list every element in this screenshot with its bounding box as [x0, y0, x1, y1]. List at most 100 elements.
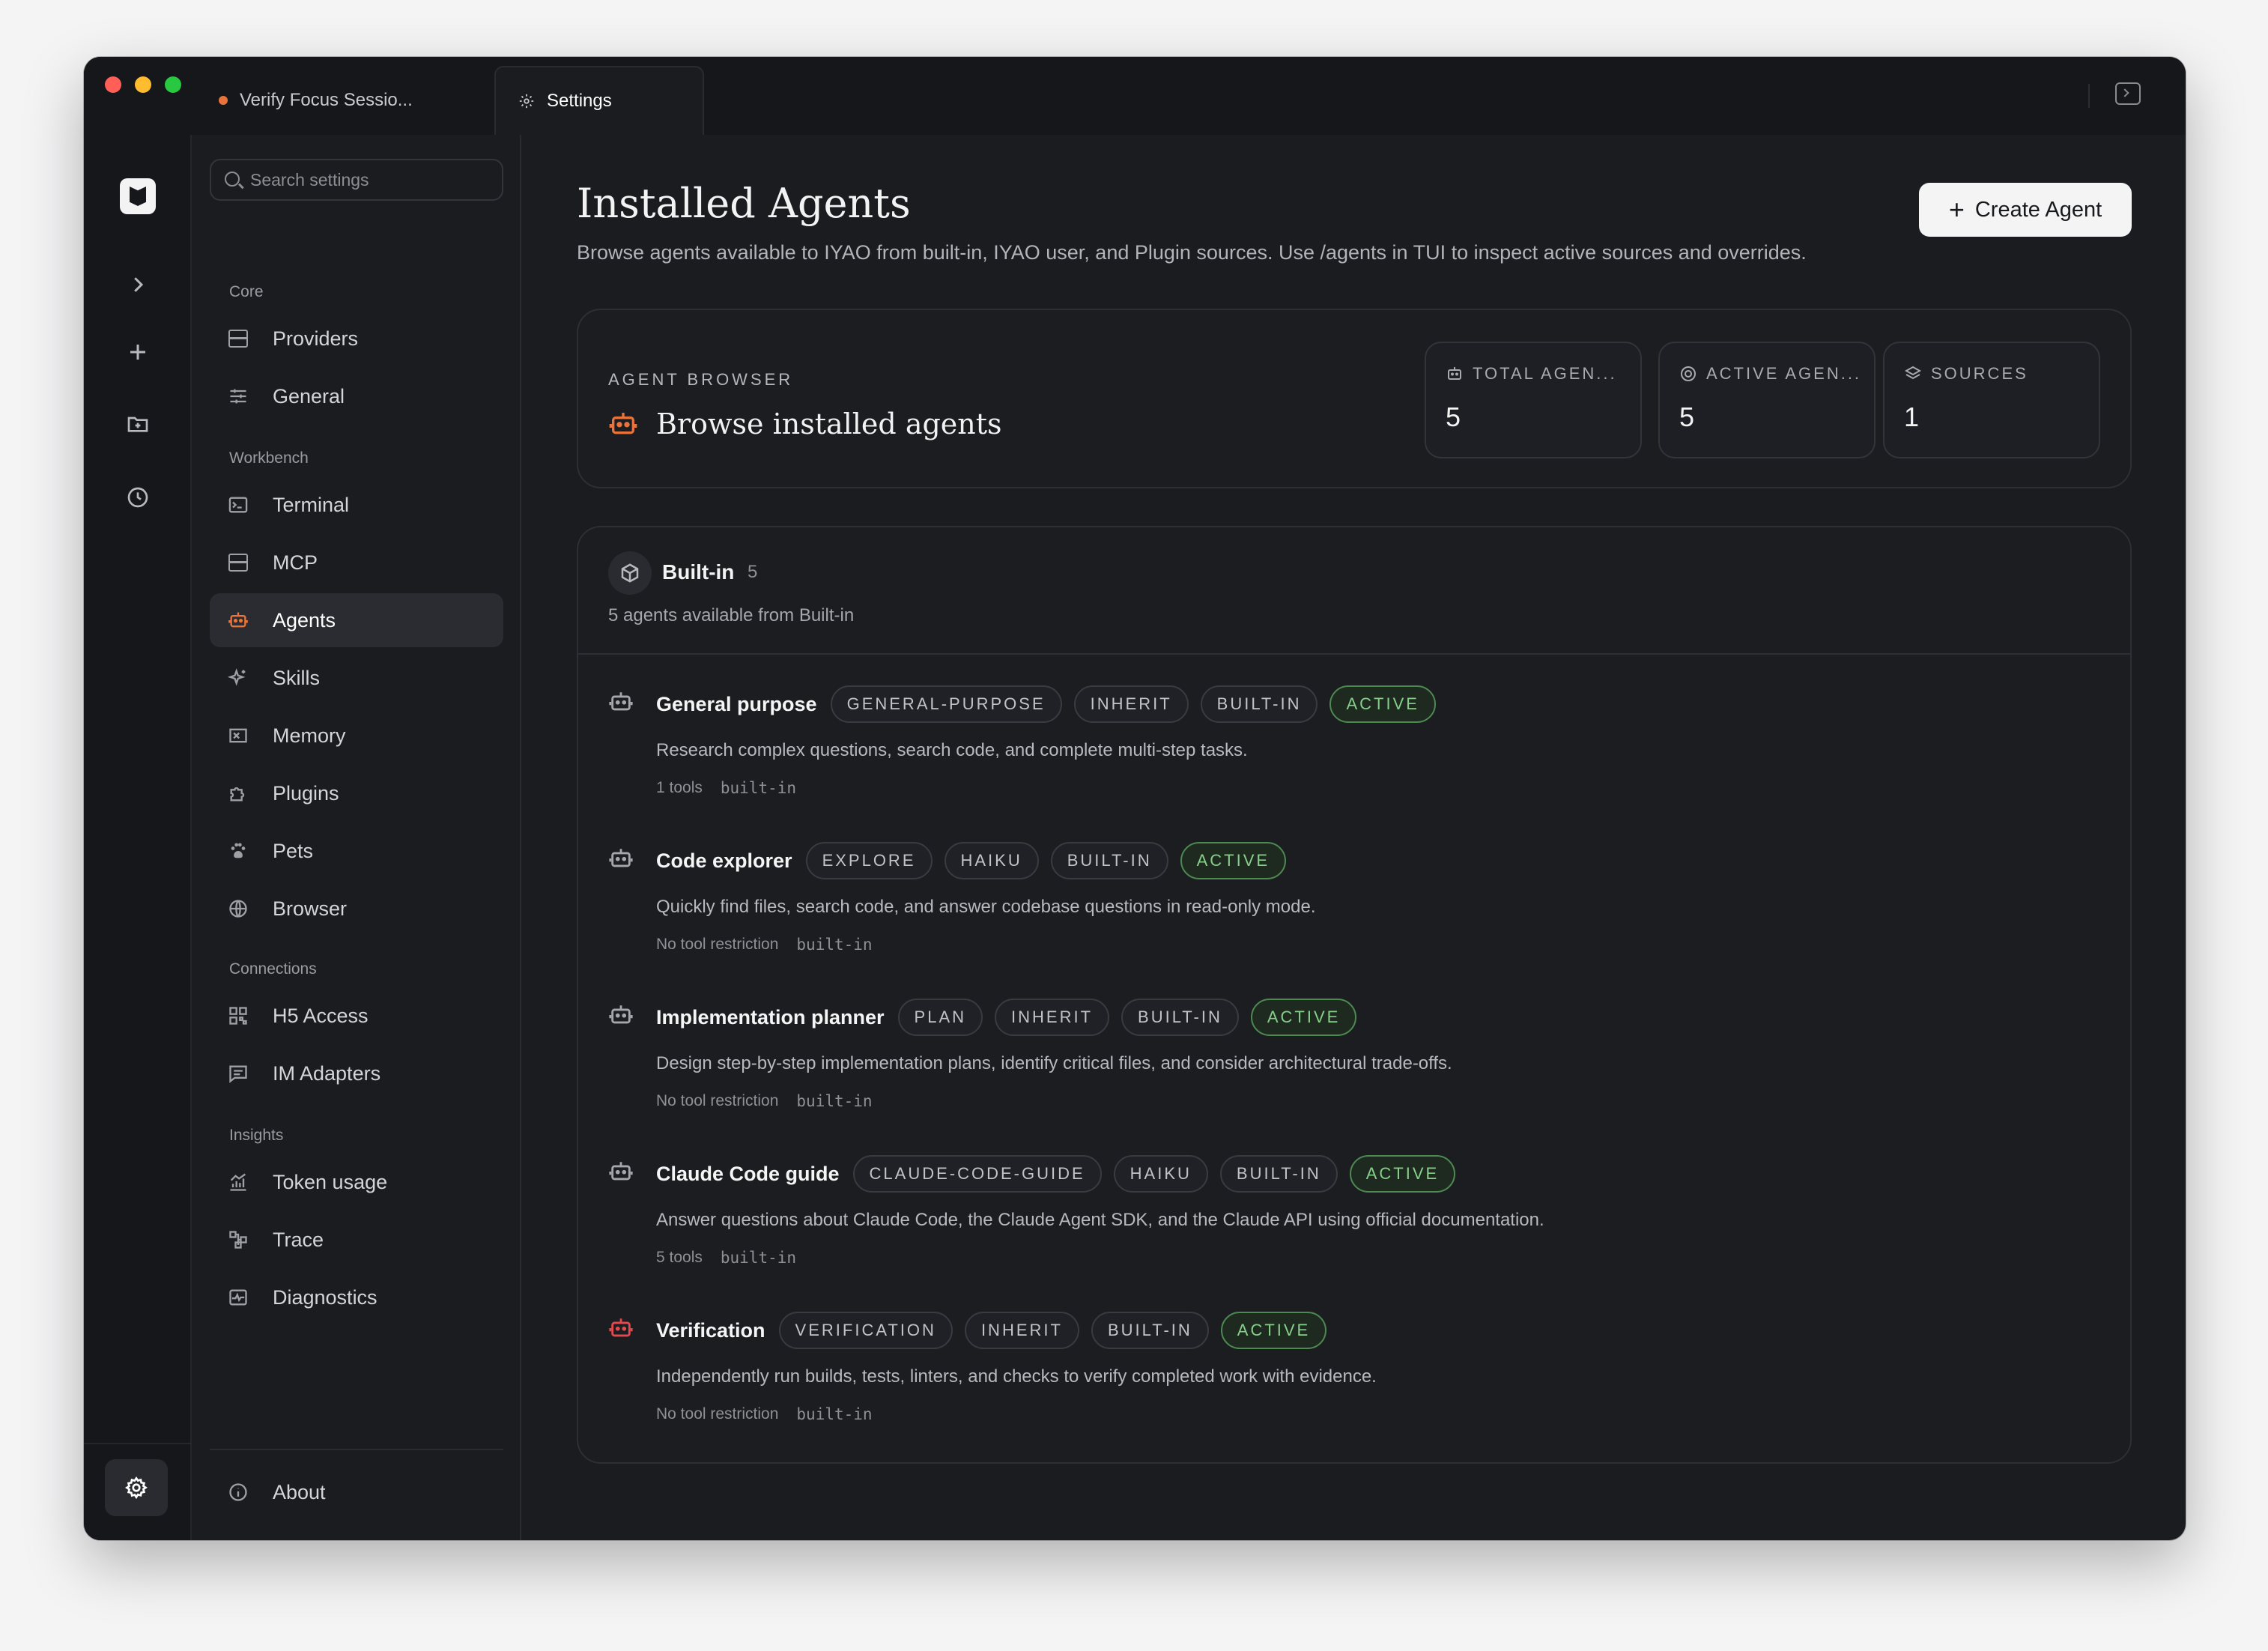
- stat-label-text: ACTIVE AGEN...: [1706, 364, 1862, 383]
- status-badge: ACTIVE: [1220, 1312, 1327, 1349]
- agent-meta: 5 tools built-in: [656, 1249, 796, 1267]
- builtin-agents-card: Built-in 5 5 agents available from Built…: [577, 526, 2132, 1464]
- search-placeholder: Search settings: [250, 169, 369, 190]
- agent-browser-title-text: Browse installed agents: [656, 408, 1002, 440]
- sidebar-item-label: Browser: [273, 897, 348, 920]
- sidebar-item-label: General: [273, 384, 345, 408]
- create-agent-button[interactable]: + Create Agent: [1919, 183, 2132, 237]
- sidebar-item-trace[interactable]: Trace: [210, 1213, 503, 1267]
- tab-verify-focus-session[interactable]: Verify Focus Sessio...: [196, 66, 475, 135]
- paw-icon: [228, 840, 249, 861]
- sidebar-item-about[interactable]: About: [210, 1465, 503, 1519]
- builtin-title: Built-in: [662, 560, 735, 584]
- agent-tag: INHERIT: [995, 999, 1110, 1036]
- sidebar-item-im-adapters[interactable]: IM Adapters: [210, 1046, 503, 1100]
- stat-label: SOURCES: [1904, 364, 2028, 384]
- robot-icon: [1448, 367, 1461, 380]
- sidebar-item-providers[interactable]: Providers: [210, 312, 503, 366]
- robot-icon: [609, 1005, 633, 1024]
- agent-meta: No tool restriction built-in: [656, 936, 873, 954]
- agent-row-verification[interactable]: Verification VERIFICATION INHERIT BUILT-…: [608, 1311, 2100, 1461]
- search-settings-input[interactable]: Search settings: [210, 159, 503, 201]
- sidebar-item-pets[interactable]: Pets: [210, 824, 503, 878]
- sidebar-item-agents[interactable]: Agents: [210, 593, 503, 647]
- stat-value: 1: [1904, 402, 1920, 432]
- sidebar-item-label: About: [273, 1480, 326, 1503]
- history-clock-icon[interactable]: [123, 482, 153, 512]
- agent-header: Implementation planner PLAN INHERIT BUIL…: [656, 998, 1357, 1037]
- status-badge: ACTIVE: [1329, 685, 1436, 723]
- terminal-toggle-icon[interactable]: [2115, 82, 2141, 105]
- group-label-core: Core: [229, 283, 264, 300]
- terminal-icon: [228, 494, 249, 515]
- sidebar-item-mcp[interactable]: MCP: [210, 536, 503, 590]
- sidebar-item-browser[interactable]: Browser: [210, 882, 503, 936]
- open-folder-icon[interactable]: [123, 409, 153, 439]
- sidebar-item-token-usage[interactable]: Token usage: [210, 1155, 503, 1209]
- layers-icon: [1904, 366, 1922, 380]
- sidebar-item-skills[interactable]: Skills: [210, 651, 503, 705]
- agent-header: General purpose GENERAL-PURPOSE INHERIT …: [656, 685, 1436, 724]
- title-bar: Verify Focus Sessio... Settings: [84, 57, 2186, 135]
- memory-icon: [228, 725, 249, 746]
- sidebar-item-label: Diagnostics: [273, 1285, 378, 1309]
- sidebar-divider: [210, 1449, 503, 1450]
- server-icon: [228, 552, 249, 573]
- sidebar-item-label: Pets: [273, 839, 314, 862]
- globe-icon: [228, 898, 249, 919]
- server-icon: [228, 328, 249, 349]
- agent-row-code-explorer[interactable]: Code explorer EXPLORE HAIKU BUILT-IN ACT…: [608, 841, 2100, 991]
- minimize-window-button[interactable]: [135, 76, 151, 93]
- agent-meta: 1 tools built-in: [656, 779, 796, 797]
- page-subtitle: Browse agents available to IYAO from bui…: [577, 241, 1807, 264]
- settings-gear-button[interactable]: [105, 1459, 168, 1516]
- agent-row-implementation-planner[interactable]: Implementation planner PLAN INHERIT BUIL…: [608, 998, 2100, 1148]
- agent-tag: HAIKU: [944, 842, 1039, 879]
- group-label-insights: Insights: [229, 1127, 284, 1144]
- agent-browser-eyebrow: AGENT BROWSER: [608, 370, 794, 389]
- agent-tag: BUILT-IN: [1219, 1155, 1338, 1193]
- package-icon: [608, 551, 652, 595]
- agent-source: built-in: [796, 1405, 873, 1423]
- stat-label: ACTIVE AGEN...: [1679, 364, 1861, 384]
- agent-tag: INHERIT: [1073, 685, 1189, 723]
- sidebar-item-label: IM Adapters: [273, 1061, 381, 1085]
- agent-row-claude-code-guide[interactable]: Claude Code guide CLAUDE-CODE-GUIDE HAIK…: [608, 1154, 2100, 1304]
- agent-tag: VERIFICATION: [778, 1312, 953, 1349]
- sidebar-item-terminal[interactable]: Terminal: [210, 478, 503, 532]
- sidebar-item-label: Token usage: [273, 1170, 388, 1193]
- robot-icon: [609, 1318, 633, 1337]
- agent-description: Design step-by-step implementation plans…: [656, 1053, 1452, 1073]
- builtin-count: 5: [748, 562, 758, 582]
- stat-value: 5: [1679, 402, 1695, 432]
- expand-chevron-icon[interactable]: [123, 270, 153, 300]
- builtin-subtitle: 5 agents available from Built-in: [608, 605, 855, 625]
- sidebar-item-general[interactable]: General: [210, 369, 503, 423]
- stat-total-agents: TOTAL AGEN... 5: [1425, 342, 1642, 458]
- trace-icon: [228, 1229, 249, 1250]
- sidebar-item-diagnostics[interactable]: Diagnostics: [210, 1270, 503, 1324]
- tab-label: Settings: [547, 91, 612, 111]
- close-window-button[interactable]: [105, 76, 121, 93]
- sidebar-item-memory[interactable]: Memory: [210, 709, 503, 763]
- sidebar-item-label: Providers: [273, 327, 359, 350]
- sidebar-item-plugins[interactable]: Plugins: [210, 766, 503, 820]
- agent-source: built-in: [720, 779, 797, 797]
- create-agent-label: Create Agent: [1974, 197, 2102, 222]
- unsaved-dot-icon: [219, 96, 228, 105]
- agent-name: Verification: [656, 1318, 765, 1342]
- sparkles-icon: [228, 667, 249, 688]
- agent-browser-title: Browse installed agents: [608, 408, 1002, 440]
- page-title: Installed Agents: [577, 180, 911, 227]
- sidebar-item-h5-access[interactable]: H5 Access: [210, 989, 503, 1043]
- agent-row-general-purpose[interactable]: General purpose GENERAL-PURPOSE INHERIT …: [608, 685, 2100, 834]
- agent-tag: HAIKU: [1113, 1155, 1208, 1193]
- new-session-plus-icon[interactable]: [123, 337, 153, 367]
- sidebar-item-label: MCP: [273, 551, 318, 574]
- maximize-window-button[interactable]: [165, 76, 181, 93]
- robot-icon: [609, 849, 633, 867]
- info-icon: [228, 1482, 249, 1503]
- app-window: Verify Focus Sessio... Settings Search s…: [84, 57, 2186, 1540]
- agent-description: Research complex questions, search code,…: [656, 740, 1248, 760]
- tab-settings[interactable]: Settings: [494, 66, 704, 135]
